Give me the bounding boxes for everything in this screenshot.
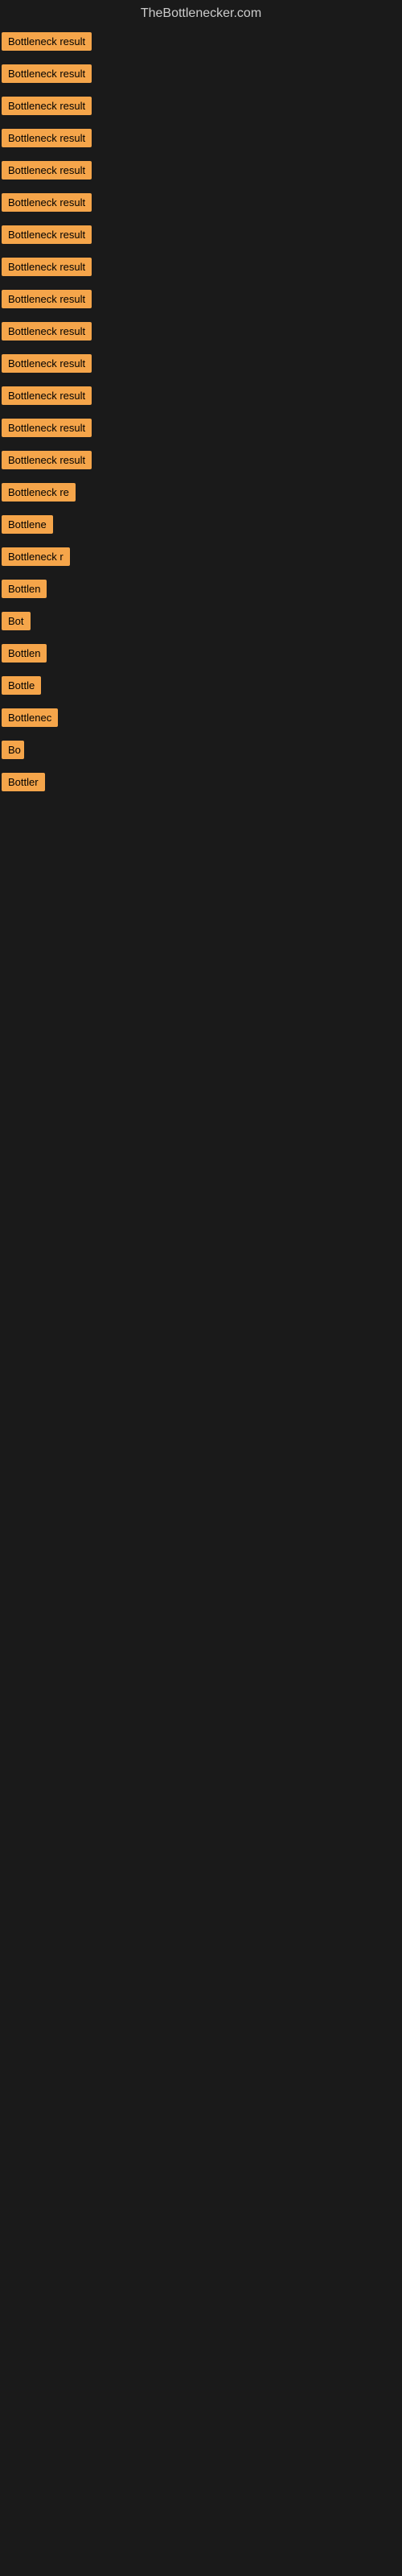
bottleneck-label[interactable]: Bottleneck r [2,547,70,566]
bottleneck-item: Bottlene [0,510,402,543]
bottleneck-item: Bottleneck re [0,478,402,510]
bottleneck-label[interactable]: Bottleneck result [2,451,92,469]
bottleneck-item: Bottleneck result [0,92,402,124]
bottleneck-item: Bot [0,607,402,639]
bottleneck-label[interactable]: Bottlenec [2,708,58,727]
bottleneck-label[interactable]: Bottleneck result [2,193,92,212]
bottleneck-label[interactable]: Bottleneck result [2,129,92,147]
bottleneck-item: Bottleneck r [0,543,402,575]
bottleneck-label[interactable]: Bottleneck result [2,290,92,308]
bottleneck-item: Bo [0,736,402,768]
bottleneck-label[interactable]: Bottleneck re [2,483,76,502]
bottleneck-item: Bottler [0,768,402,800]
bottleneck-item: Bottleneck result [0,60,402,92]
bottleneck-label[interactable]: Bottlen [2,644,47,663]
bottleneck-item: Bottleneck result [0,27,402,60]
bottleneck-label[interactable]: Bottlene [2,515,53,534]
bottleneck-label[interactable]: Bo [2,741,24,759]
bottleneck-label[interactable]: Bottleneck result [2,354,92,373]
bottleneck-label[interactable]: Bottleneck result [2,225,92,244]
bottleneck-item: Bottleneck result [0,188,402,221]
bottleneck-label[interactable]: Bottleneck result [2,419,92,437]
bottleneck-item: Bottlen [0,575,402,607]
bottleneck-label[interactable]: Bottlen [2,580,47,598]
bottleneck-label[interactable]: Bot [2,612,31,630]
bottleneck-label[interactable]: Bottleneck result [2,32,92,51]
bottleneck-item: Bottle [0,671,402,704]
bottleneck-label[interactable]: Bottleneck result [2,161,92,180]
bottleneck-item: Bottleneck result [0,446,402,478]
bottleneck-label[interactable]: Bottleneck result [2,64,92,83]
bottleneck-item: Bottleneck result [0,349,402,382]
site-title: TheBottlenecker.com [0,0,402,27]
bottleneck-label[interactable]: Bottler [2,773,45,791]
bottleneck-item: Bottleneck result [0,414,402,446]
bottleneck-item: Bottleneck result [0,382,402,414]
bottleneck-item: Bottleneck result [0,317,402,349]
bottleneck-label[interactable]: Bottleneck result [2,97,92,115]
bottleneck-label[interactable]: Bottleneck result [2,386,92,405]
bottleneck-label[interactable]: Bottleneck result [2,322,92,341]
bottleneck-item: Bottleneck result [0,156,402,188]
bottleneck-item: Bottleneck result [0,124,402,156]
bottleneck-label[interactable]: Bottle [2,676,41,695]
bottleneck-label[interactable]: Bottleneck result [2,258,92,276]
bottleneck-item: Bottlenec [0,704,402,736]
bottleneck-item: Bottlen [0,639,402,671]
bottleneck-item: Bottleneck result [0,285,402,317]
bottleneck-item: Bottleneck result [0,221,402,253]
bottleneck-item: Bottleneck result [0,253,402,285]
